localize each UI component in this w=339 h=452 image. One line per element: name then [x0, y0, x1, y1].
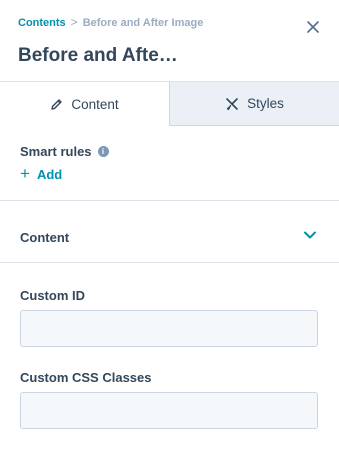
pencil-icon — [51, 98, 63, 110]
page-title: Before and Afte… — [18, 45, 178, 66]
add-label: Add — [36, 167, 63, 182]
tab-styles-label: Styles — [247, 96, 284, 111]
close-icon — [307, 21, 319, 33]
tab-content-label: Content — [71, 96, 119, 112]
breadcrumb: Contents > Before and After Image — [18, 15, 203, 29]
tab-styles[interactable]: Styles — [169, 82, 339, 126]
custom-css-input[interactable] — [20, 392, 318, 429]
smart-rules-heading: Smart rules i — [20, 144, 109, 159]
add-smart-rule-button[interactable]: + Add — [20, 164, 63, 183]
advanced-fields-section: Custom ID Custom CSS Classes — [0, 263, 339, 452]
content-accordion-label: Content — [20, 230, 70, 245]
brush-icon — [226, 97, 238, 110]
smart-rules-label: Smart rules — [20, 144, 92, 159]
tab-content[interactable]: Content — [0, 82, 169, 126]
info-icon[interactable]: i — [97, 146, 109, 157]
panel-header: Contents > Before and After Image Before a… — [0, 0, 339, 82]
content-accordion[interactable]: Content — [0, 201, 339, 263]
breadcrumb-contents-link[interactable]: Contents — [18, 17, 66, 29]
breadcrumb-separator: > — [70, 15, 78, 29]
chevron-down-icon — [304, 231, 316, 239]
custom-css-label: Custom CSS Classes — [20, 370, 152, 385]
smart-rules-section: Smart rules i + Add — [0, 126, 339, 201]
custom-id-label: Custom ID — [20, 288, 85, 303]
close-button[interactable] — [303, 17, 323, 37]
breadcrumb-current: Before and After Image — [82, 17, 204, 29]
custom-id-input[interactable] — [20, 310, 318, 347]
plus-icon: + — [20, 164, 30, 183]
tab-bar: Content Styles — [0, 82, 339, 126]
